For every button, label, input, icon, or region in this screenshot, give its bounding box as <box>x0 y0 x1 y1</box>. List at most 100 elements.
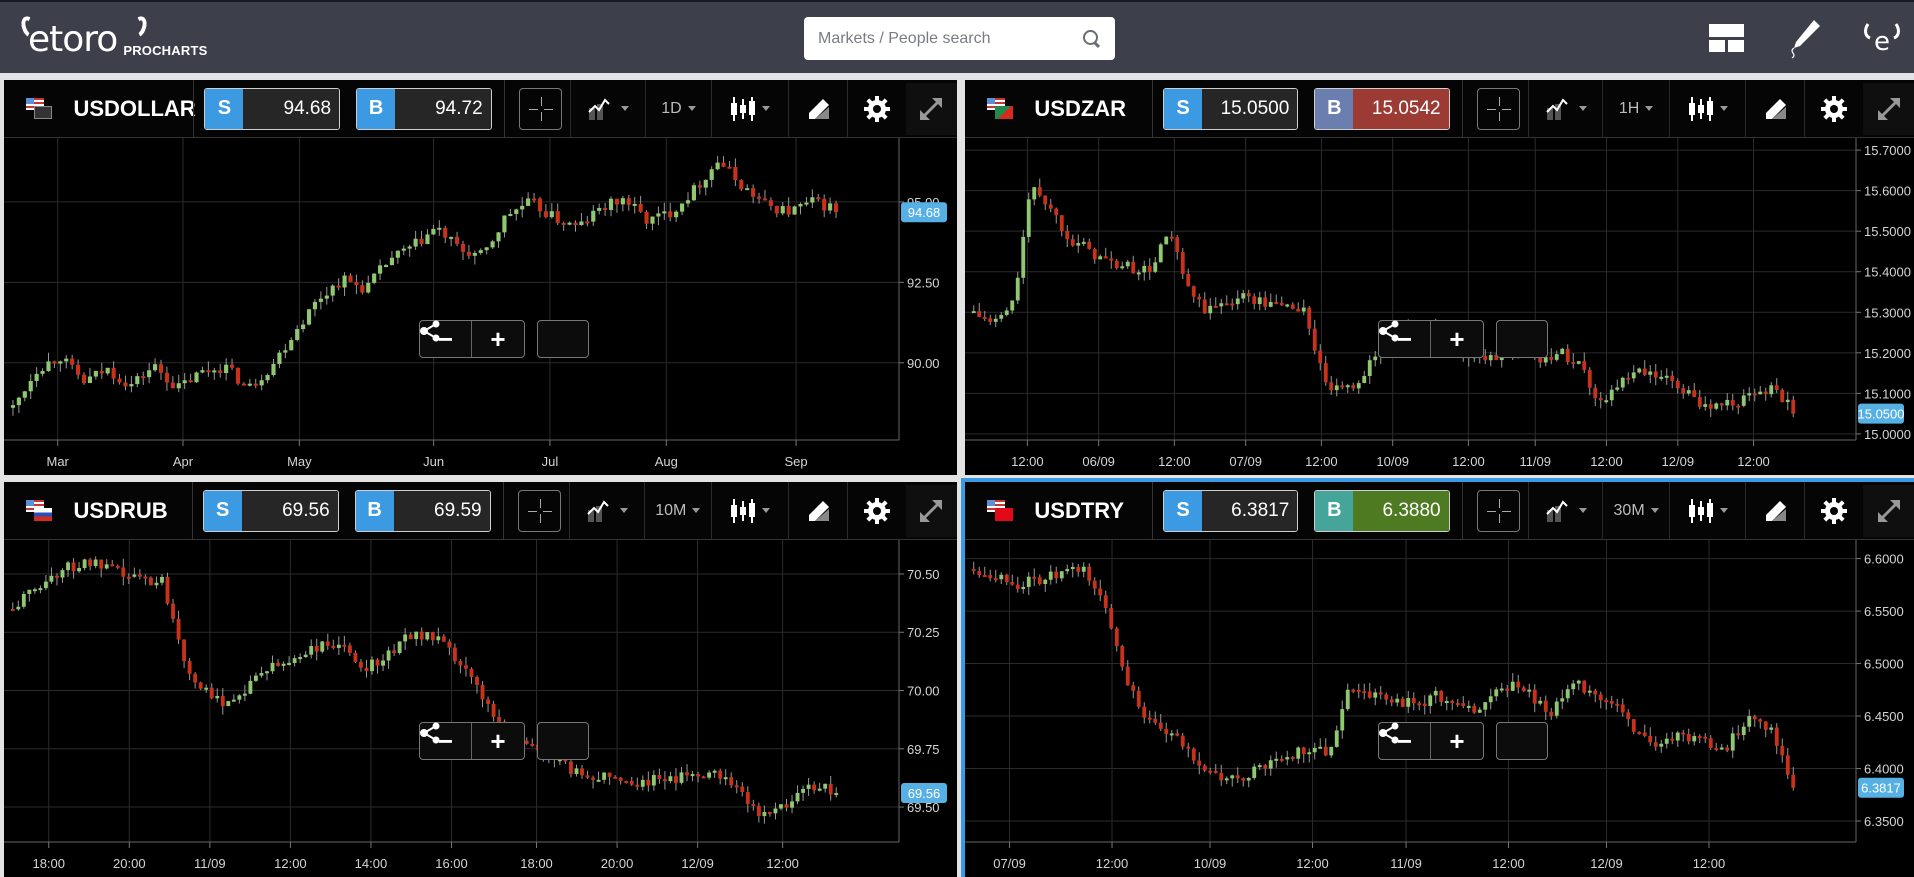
maximize-button[interactable] <box>905 484 957 537</box>
candle-bearish <box>1263 765 1268 769</box>
share-button[interactable] <box>1379 722 1548 760</box>
candle-bullish <box>1301 307 1306 312</box>
candle-bearish <box>1301 747 1306 755</box>
candle-bearish <box>1197 296 1202 300</box>
chart-type-dropdown[interactable] <box>710 482 788 540</box>
candlestick-chart[interactable]: 70.5070.2570.0069.7569.5018:00 20:00 11/09… <box>4 540 957 877</box>
symbol-name[interactable]: USDTRY <box>1034 498 1152 524</box>
buy-button[interactable]: B 69.59 <box>354 489 491 532</box>
candle-bullish <box>378 265 383 274</box>
symbol-name[interactable]: USDZAR <box>1034 96 1152 122</box>
sell-button[interactable]: S 15.0500 <box>1163 87 1299 130</box>
candle-bullish <box>1081 241 1086 244</box>
sell-button[interactable]: S 94.68 <box>204 87 341 130</box>
candle-bearish <box>971 569 976 572</box>
divider <box>503 80 505 138</box>
sell-price: 6.3817 <box>1202 490 1298 531</box>
candle-bullish <box>668 776 673 782</box>
candle-bearish <box>443 227 448 238</box>
chart-type-dropdown[interactable] <box>1668 80 1745 138</box>
candlestick-chart[interactable]: 15.7000 15.6000 15.5000 15.4000 15.3000 15.20… <box>965 138 1914 475</box>
price-chart[interactable]: 15.7000 15.6000 15.5000 15.4000 15.3000 15.20… <box>965 138 1914 475</box>
settings-button[interactable] <box>1804 80 1863 138</box>
candlestick-chart[interactable]: 95.0092.5090.00MarAprMayJunJulAugSep94.6… <box>4 138 957 475</box>
drawing-tools-button[interactable] <box>788 80 847 138</box>
layout-icon[interactable] <box>1709 24 1744 52</box>
drawing-tools-button[interactable] <box>1745 482 1804 540</box>
candle-bullish <box>21 593 26 607</box>
zoom-in-button[interactable]: + <box>1431 723 1483 759</box>
candle-bullish <box>1510 681 1515 691</box>
timeframe-dropdown[interactable]: 30M <box>1602 482 1669 540</box>
candle-bullish <box>1719 747 1724 750</box>
timeframe-dropdown[interactable]: 1D <box>644 80 712 138</box>
crosshair-icon[interactable] <box>1476 489 1520 532</box>
search-icon[interactable] <box>1083 29 1101 48</box>
logo-subtitle: PROCHARTS <box>123 43 208 58</box>
candle-bearish <box>1703 736 1708 739</box>
price-chart[interactable]: 95.0092.5090.00MarAprMayJunJulAugSep94.6… <box>4 138 957 475</box>
chevron-down-icon <box>619 508 628 513</box>
x-tick-label: 16:00 <box>435 856 468 871</box>
maximize-button[interactable] <box>905 82 957 135</box>
candle-bearish <box>646 779 651 786</box>
share-button[interactable] <box>420 722 589 760</box>
share-button[interactable] <box>1379 320 1548 358</box>
user-profile-icon[interactable]: e <box>1862 16 1902 57</box>
candle-bearish <box>977 571 982 576</box>
candle-bearish <box>143 576 148 579</box>
settings-button[interactable] <box>846 482 906 540</box>
candle-bearish <box>1708 404 1713 409</box>
candle-bearish <box>1653 742 1658 747</box>
sell-button[interactable]: S 69.56 <box>202 489 339 532</box>
symbol-name[interactable]: USDRUB <box>74 498 192 524</box>
maximize-button[interactable] <box>1863 484 1914 537</box>
pencil-icon[interactable] <box>1784 16 1824 59</box>
candle-bearish <box>1230 303 1235 306</box>
zoom-in-button[interactable]: + <box>1431 321 1483 357</box>
settings-button[interactable] <box>846 80 906 138</box>
chart-type-dropdown[interactable] <box>711 80 788 138</box>
candle-bullish <box>372 273 377 283</box>
etoro-logo[interactable]: etoro PROCHARTS <box>18 14 208 60</box>
candle-bearish <box>1719 403 1724 406</box>
share-button[interactable] <box>420 320 589 358</box>
candle-bullish <box>28 380 33 392</box>
indicators-dropdown[interactable] <box>569 80 645 138</box>
zoom-in-button[interactable]: + <box>472 723 524 759</box>
sell-button[interactable]: S 6.3817 <box>1163 489 1299 532</box>
candle-bullish <box>707 772 712 778</box>
candle-bearish <box>458 661 463 666</box>
crosshair-icon[interactable] <box>517 489 561 532</box>
timeframe-dropdown[interactable]: 1H <box>1602 80 1669 138</box>
search-box[interactable] <box>804 17 1115 60</box>
candle-bearish <box>1098 588 1103 596</box>
search-input[interactable] <box>818 29 1083 48</box>
buy-button[interactable]: B 94.72 <box>356 87 492 130</box>
maximize-button[interactable] <box>1863 82 1914 135</box>
crosshair-icon[interactable] <box>1476 87 1520 130</box>
drawing-tools-button[interactable] <box>1745 80 1804 138</box>
symbol-name[interactable]: USDOLLAR <box>73 96 195 122</box>
candlestick-chart[interactable]: 6.6000 6.5500 6.5000 6.4500 6.4000 6.3500 07/0… <box>965 540 1914 877</box>
indicators-dropdown[interactable] <box>1527 482 1603 540</box>
zoom-in-button[interactable]: + <box>472 321 524 357</box>
crosshair-icon[interactable] <box>518 87 562 130</box>
price-chart[interactable]: 6.6000 6.5500 6.5000 6.4500 6.4000 6.3500 07/0… <box>965 540 1914 877</box>
chart-type-dropdown[interactable] <box>1668 482 1745 540</box>
settings-button[interactable] <box>1804 482 1863 540</box>
indicators-dropdown[interactable] <box>568 482 644 540</box>
candle-bearish <box>1219 772 1224 781</box>
candle-bullish <box>579 221 584 226</box>
price-chart[interactable]: 70.50 70.25 70.00 69.75 69.50 18:00 20:00 11/09… <box>4 540 957 877</box>
buy-button[interactable]: B 6.3880 <box>1314 489 1450 532</box>
candle-bearish <box>1010 582 1015 585</box>
buy-button[interactable]: B 15.0542 <box>1314 87 1450 130</box>
timeframe-dropdown[interactable]: 10M <box>643 482 711 540</box>
candle-bullish <box>298 657 303 660</box>
drawing-tools-button[interactable] <box>787 482 847 540</box>
indicators-dropdown[interactable] <box>1527 80 1603 138</box>
candle-bearish <box>117 378 122 383</box>
candle-bullish <box>971 311 976 314</box>
candle-bearish <box>1142 706 1147 718</box>
